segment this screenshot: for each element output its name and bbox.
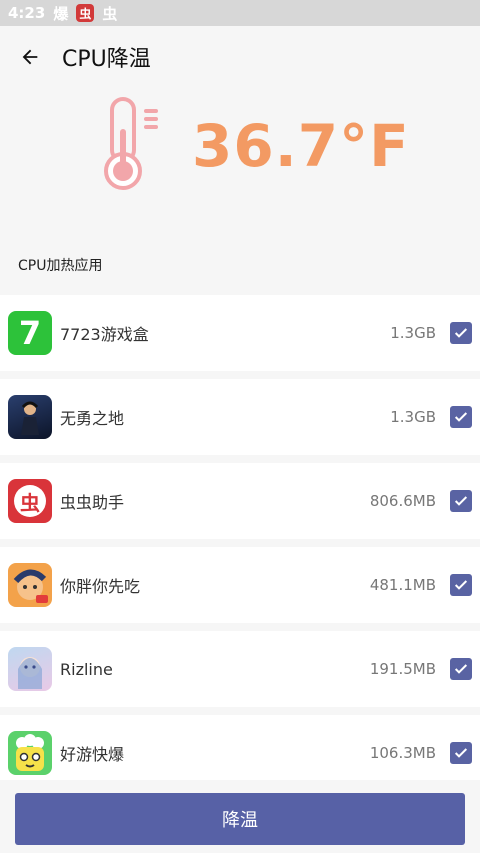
app-checkbox[interactable]	[450, 490, 472, 512]
app-size: 481.1MB	[369, 576, 436, 594]
app-7723-icon: 7	[8, 311, 52, 355]
page-title: CPU降温	[62, 47, 151, 72]
app-name: 虫虫助手	[60, 493, 125, 512]
app-name: 好游快爆	[60, 745, 125, 764]
status-bar: 4:23 爆 虫 虫	[0, 0, 480, 26]
check-icon	[454, 748, 468, 758]
app-checkbox[interactable]	[450, 406, 472, 428]
app-size: 1.3GB	[390, 408, 436, 426]
app-chongchong-icon-glyph: 虫	[20, 490, 40, 515]
list-item[interactable]: 虫 虫虫助手 806.6MB	[0, 463, 480, 539]
check-icon	[454, 328, 468, 338]
app-checkbox[interactable]	[450, 742, 472, 764]
arrow-left-icon	[22, 49, 38, 65]
check-icon	[454, 664, 468, 674]
app-size: 1.3GB	[390, 324, 436, 342]
list-item[interactable]: 7 7723游戏盒 1.3GB	[0, 295, 480, 371]
app-nipangnixianchi-icon	[8, 563, 52, 607]
back-button[interactable]	[2, 29, 58, 85]
app-header: CPU降温	[0, 26, 480, 88]
app-name: 你胖你先吃	[60, 577, 141, 596]
section-title: CPU加热应用	[18, 258, 103, 274]
check-icon	[454, 412, 468, 422]
thermometer-icon	[104, 97, 158, 190]
app-checkbox[interactable]	[450, 322, 472, 344]
list-item[interactable]: Rizline 191.5MB	[0, 631, 480, 707]
list-item[interactable]: 无勇之地 1.3GB	[0, 379, 480, 455]
app-size: 106.3MB	[369, 744, 436, 762]
app-rizline-icon	[8, 647, 52, 691]
notification-icon-chong: 虫	[102, 4, 118, 23]
app-checkbox[interactable]	[450, 658, 472, 680]
app-name: Rizline	[60, 659, 113, 679]
app-name: 无勇之地	[60, 409, 125, 428]
notification-icon-chongchong: 虫	[76, 4, 95, 22]
list-item[interactable]: 你胖你先吃 481.1MB	[0, 547, 480, 623]
notification-icon-bao: 爆	[53, 4, 69, 23]
app-chongchong-icon: 虫	[8, 479, 52, 523]
cool-down-button[interactable]: 降温	[15, 793, 465, 845]
app-size: 191.5MB	[369, 660, 436, 678]
temperature-value: 36.7°F	[192, 112, 410, 180]
app-haoyoukuaibao-icon	[8, 731, 52, 775]
app-name: 7723游戏盒	[60, 325, 149, 344]
app-list: 7 7723游戏盒 1.3GB 无勇之地 1.3GB 虫 虫虫助手 806.6M…	[0, 295, 480, 799]
app-wuyongzhidi-icon	[8, 395, 52, 439]
app-7723-icon-glyph: 7	[18, 314, 42, 352]
status-time: 4:23	[8, 4, 46, 22]
app-size: 806.6MB	[369, 492, 436, 510]
check-icon	[454, 496, 468, 506]
check-icon	[454, 580, 468, 590]
app-checkbox[interactable]	[450, 574, 472, 596]
